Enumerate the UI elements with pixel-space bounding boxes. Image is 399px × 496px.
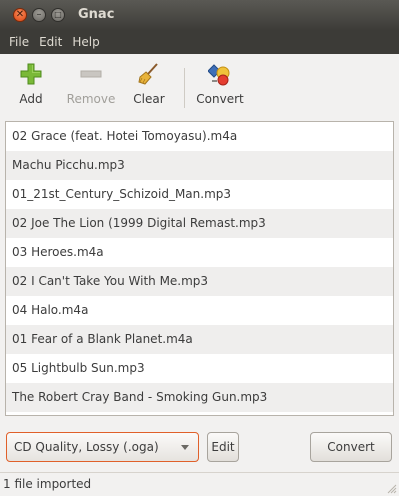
remove-button[interactable]: Remove [66,62,116,112]
menu-file[interactable]: File [4,30,34,54]
list-item[interactable]: 02 Grace (feat. Hotei Tomoyasu).m4a [6,122,393,151]
close-window-button[interactable]: ✕ [13,8,27,22]
maximize-window-button[interactable]: □ [51,8,65,22]
clear-label: Clear [133,92,165,106]
profile-select-value: CD Quality, Lossy (.oga) [14,440,159,454]
list-item[interactable]: 02 I Can't Take You With Me.mp3 [6,267,393,296]
status-bar: 1 file imported [0,472,399,496]
minimize-window-button[interactable]: – [32,8,46,22]
remove-icon [80,70,102,78]
list-item[interactable]: 01_21st_Century_Schizoid_Man.mp3 [6,180,393,209]
menu-edit[interactable]: Edit [34,30,67,54]
toolbar-separator [184,68,185,108]
list-item[interactable]: 05 Lightbulb Sun.mp3 [6,354,393,383]
maximize-icon: □ [54,10,62,19]
add-label: Add [19,92,43,106]
minimize-icon: – [36,9,42,20]
add-button[interactable]: Add [17,62,45,112]
broom-icon [138,63,158,85]
chevron-down-icon [181,445,189,450]
resize-grip-icon[interactable] [385,482,397,494]
remove-label: Remove [66,92,116,106]
file-list[interactable]: 02 Grace (feat. Hotei Tomoyasu).m4a Mach… [5,121,394,416]
menu-help[interactable]: Help [67,30,104,54]
clear-button[interactable]: Clear [132,62,166,112]
close-icon: ✕ [15,9,25,20]
list-item[interactable]: The Robert Cray Band - Smoking Gun.mp3 [6,383,393,412]
convert-button[interactable]: Convert [310,432,392,462]
convert-icon [208,64,230,86]
add-icon [20,63,42,85]
list-item[interactable]: Machu Picchu.mp3 [6,151,393,180]
menu-bar: File Edit Help [0,30,399,54]
edit-profile-button[interactable]: Edit [207,432,239,462]
list-item[interactable]: 04 Halo.m4a [6,296,393,325]
profile-select[interactable]: CD Quality, Lossy (.oga) [6,432,199,462]
list-item[interactable]: 03 Heroes.m4a [6,238,393,267]
title-bar: ✕ – □ Gnac [0,0,399,30]
list-item[interactable]: 02 Joe The Lion (1999 Digital Remast.mp3 [6,209,393,238]
list-item[interactable]: 01 Fear of a Blank Planet.m4a [6,325,393,354]
convert-toolbar-label: Convert [196,92,244,106]
convert-toolbar-button[interactable]: Convert [196,62,244,112]
window-title: Gnac [78,7,115,22]
toolbar: Add Remove Clear Convert [0,54,399,120]
status-text: 1 file imported [3,477,92,491]
